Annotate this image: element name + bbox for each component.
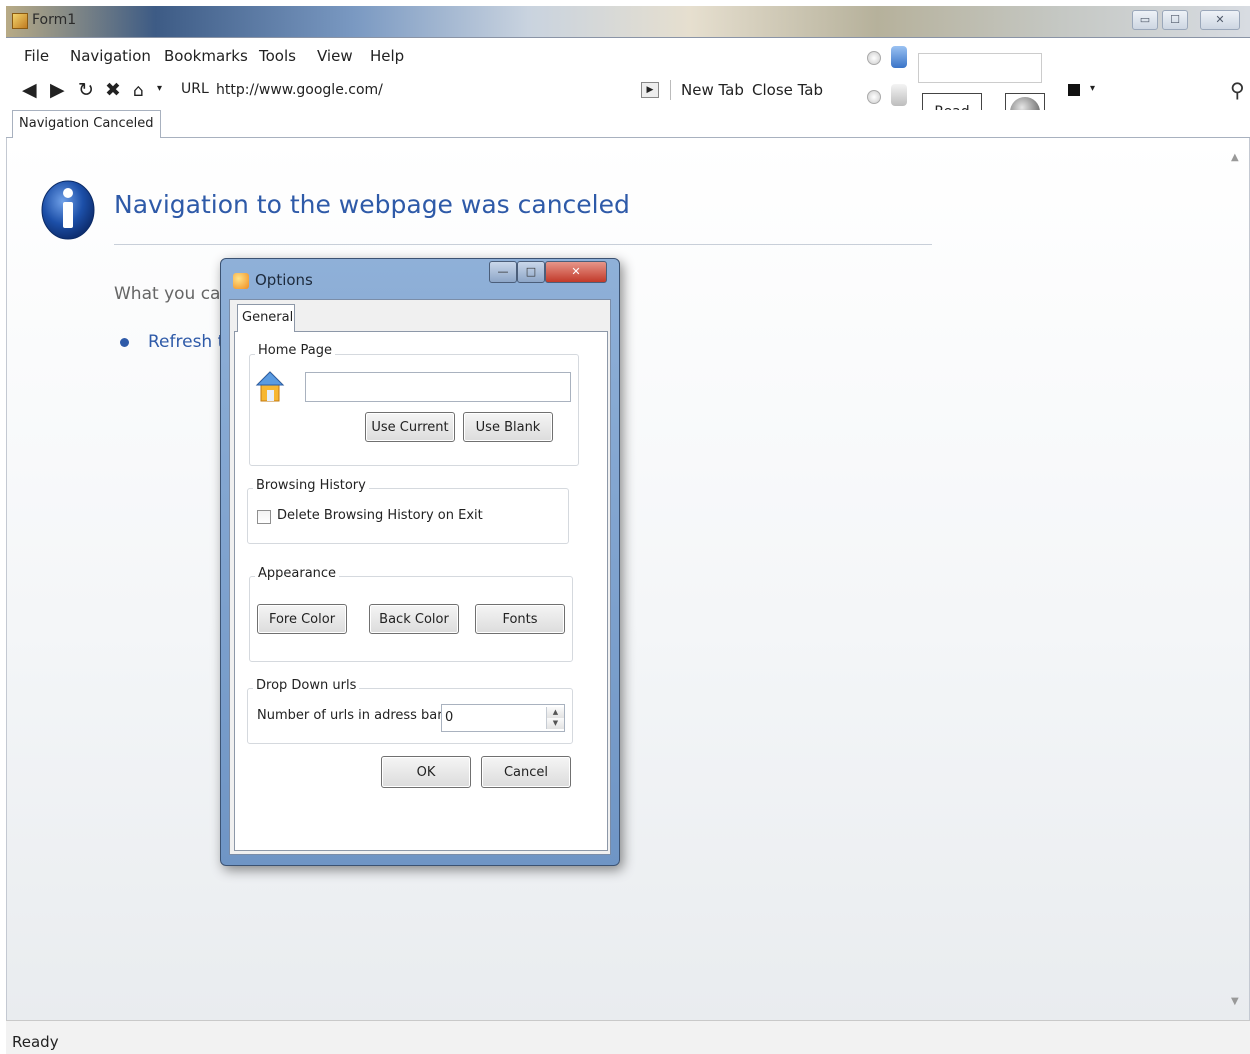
maximize-button[interactable]: ☐ (1162, 10, 1188, 30)
menu-navigation[interactable]: Navigation (70, 47, 151, 65)
fonts-button[interactable]: Fonts (475, 604, 565, 634)
stepper-buttons[interactable]: ▲ ▼ (546, 707, 564, 729)
scroll-up-arrow[interactable]: ▲ (1231, 152, 1239, 163)
stepper-down-icon[interactable]: ▼ (547, 718, 564, 729)
browser-content: Navigation to the webpage was canceled W… (6, 138, 1250, 1020)
app-icon (12, 13, 28, 29)
home-dropdown-icon[interactable]: ▾ (157, 83, 162, 94)
plug-icon (891, 46, 907, 68)
dialog-minimize-button[interactable]: — (489, 261, 517, 283)
status-text: Ready (12, 1033, 59, 1051)
refresh-icon[interactable]: ↻ (78, 80, 94, 100)
options-dialog: Options — □ ✕ General Home Page Use Curr… (220, 258, 620, 866)
options-icon (233, 273, 249, 289)
new-tab-button[interactable]: New Tab (681, 81, 744, 99)
url-label: URL (181, 81, 209, 97)
stepper-up-icon[interactable]: ▲ (547, 707, 564, 718)
url-count-stepper[interactable]: 0 ▲ ▼ (441, 704, 565, 732)
home-icon (255, 371, 285, 402)
fore-color-button[interactable]: Fore Color (257, 604, 347, 634)
navigation-toolbar: ◀ ▶ ↻ ✖ ⌂ ▾ URL ▶ New Tab Close Tab (6, 72, 1250, 110)
bullet-icon (120, 338, 129, 347)
search-input[interactable] (1106, 80, 1226, 102)
back-color-button[interactable]: Back Color (369, 604, 459, 634)
window-title: Form1 (32, 12, 77, 28)
radio-option-2[interactable] (867, 90, 881, 104)
appearance-label: Appearance (255, 566, 340, 581)
use-blank-button[interactable]: Use Blank (463, 412, 553, 442)
dialog-close-button[interactable]: ✕ (545, 261, 607, 283)
url-input[interactable] (214, 78, 634, 102)
delete-history-checkbox[interactable] (257, 510, 271, 524)
use-current-button[interactable]: Use Current (365, 412, 455, 442)
delete-history-label[interactable]: Delete Browsing History on Exit (277, 508, 483, 523)
home-page-label: Home Page (255, 343, 335, 358)
drop-down-urls-label: Drop Down urls (253, 678, 360, 693)
menu-view[interactable]: View (317, 47, 353, 65)
dialog-client: General Home Page Use Current Use Blank … (229, 299, 611, 855)
home-page-input[interactable] (305, 372, 571, 402)
stop-icon[interactable]: ✖ (105, 80, 121, 100)
volume-field[interactable] (918, 53, 1042, 83)
forward-arrow-icon[interactable]: ▶ (50, 80, 65, 100)
radio-option-1[interactable] (867, 51, 881, 65)
search-icon[interactable]: ⚲ (1230, 78, 1245, 102)
back-arrow-icon[interactable]: ◀ (22, 80, 37, 100)
title-divider (114, 244, 932, 245)
dialog-maximize-button[interactable]: □ (517, 261, 545, 283)
menu-bookmarks[interactable]: Bookmarks (164, 47, 248, 65)
browsing-history-label: Browsing History (253, 478, 369, 493)
home-page-group (249, 354, 579, 466)
dialog-title: Options (255, 271, 313, 289)
chevron-down-icon[interactable]: ▾ (1090, 83, 1095, 94)
page-subtitle: What you can (114, 284, 232, 304)
page-title: Navigation to the webpage was canceled (114, 190, 630, 219)
url-count-label: Number of urls in adress bar (257, 708, 443, 723)
tab-navigation-canceled[interactable]: Navigation Canceled (12, 110, 161, 138)
unplug-icon (891, 84, 907, 106)
menu-bar: File Navigation Bookmarks Tools View Hel… (6, 38, 1250, 72)
status-bar: Ready (6, 1020, 1250, 1054)
close-window-button[interactable]: ✕ (1200, 10, 1240, 30)
close-tab-button[interactable]: Close Tab (752, 81, 823, 99)
home-icon[interactable]: ⌂ (133, 81, 144, 101)
url-count-value: 0 (445, 710, 454, 725)
menu-file[interactable]: File (24, 47, 49, 65)
general-tab-page: Home Page Use Current Use Blank Browsing… (234, 331, 608, 851)
tab-general[interactable]: General (237, 304, 295, 332)
cancel-button[interactable]: Cancel (481, 756, 571, 788)
ok-button[interactable]: OK (381, 756, 471, 788)
window-titlebar: Form1 ▭ ☐ ✕ (6, 6, 1250, 38)
bookmark-icon[interactable] (1068, 84, 1080, 96)
menu-help[interactable]: Help (370, 47, 404, 65)
tab-strip: Navigation Canceled (6, 110, 1250, 138)
go-icon[interactable]: ▶ (641, 82, 659, 98)
toolbar-separator (670, 80, 671, 100)
menu-tools[interactable]: Tools (259, 47, 296, 65)
scroll-down-arrow[interactable]: ▼ (1231, 996, 1239, 1007)
minimize-button[interactable]: ▭ (1132, 10, 1158, 30)
info-icon (41, 180, 95, 240)
